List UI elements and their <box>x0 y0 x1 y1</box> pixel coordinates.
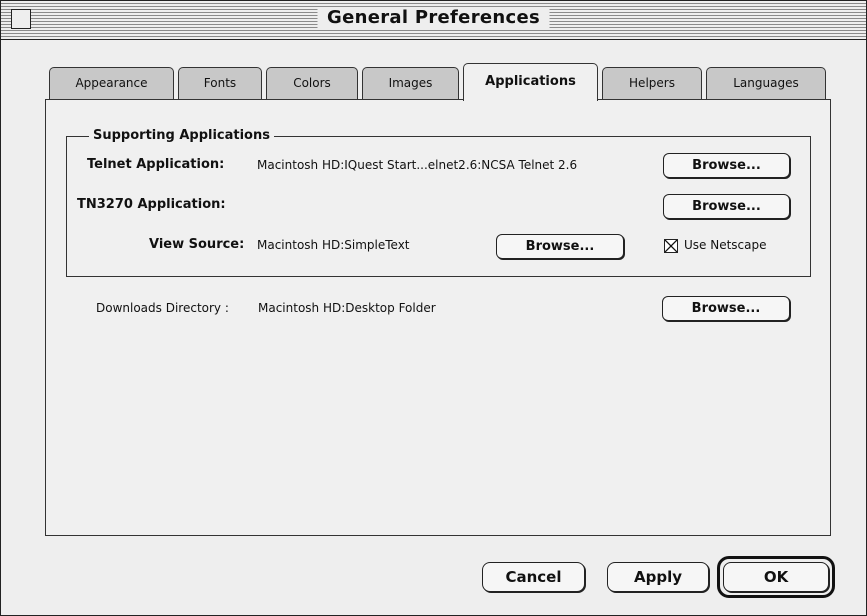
supporting-applications-group: Supporting Applications Telnet Applicati… <box>66 128 811 277</box>
view-source-path: Macintosh HD:SimpleText <box>257 238 410 252</box>
telnet-label: Telnet Application: <box>87 157 225 172</box>
use-netscape-checkbox[interactable] <box>664 239 678 253</box>
preferences-window: General Preferences Appearance Fonts Col… <box>0 0 867 616</box>
tab-applications[interactable]: Applications <box>463 63 598 101</box>
downloads-browse-button[interactable]: Browse... <box>662 296 790 321</box>
tab-languages[interactable]: Languages <box>706 67 826 99</box>
close-box[interactable] <box>11 9 31 29</box>
cancel-button[interactable]: Cancel <box>482 562 585 592</box>
tn3270-browse-button[interactable]: Browse... <box>663 194 790 219</box>
telnet-browse-button[interactable]: Browse... <box>663 153 790 178</box>
tab-appearance[interactable]: Appearance <box>49 67 174 99</box>
downloads-path: Macintosh HD:Desktop Folder <box>258 301 436 315</box>
title-bar[interactable]: General Preferences <box>1 1 866 40</box>
tn3270-label: TN3270 Application: <box>77 197 226 212</box>
view-source-browse-button[interactable]: Browse... <box>496 234 624 259</box>
view-source-label: View Source: <box>149 237 245 252</box>
tab-fonts[interactable]: Fonts <box>178 67 262 99</box>
window-title: General Preferences <box>317 7 550 28</box>
ok-button[interactable]: OK <box>723 562 829 592</box>
tab-images[interactable]: Images <box>362 67 459 99</box>
applications-panel: Supporting Applications Telnet Applicati… <box>45 99 831 536</box>
use-netscape-label: Use Netscape <box>684 238 767 252</box>
downloads-label: Downloads Directory : <box>96 301 229 315</box>
tab-colors[interactable]: Colors <box>266 67 358 99</box>
tab-helpers[interactable]: Helpers <box>602 67 702 99</box>
apply-button[interactable]: Apply <box>607 562 709 592</box>
telnet-path: Macintosh HD:IQuest Start...elnet2.6:NCS… <box>257 158 578 172</box>
checkbox-x-icon <box>665 240 677 252</box>
group-title: Supporting Applications <box>89 128 274 143</box>
